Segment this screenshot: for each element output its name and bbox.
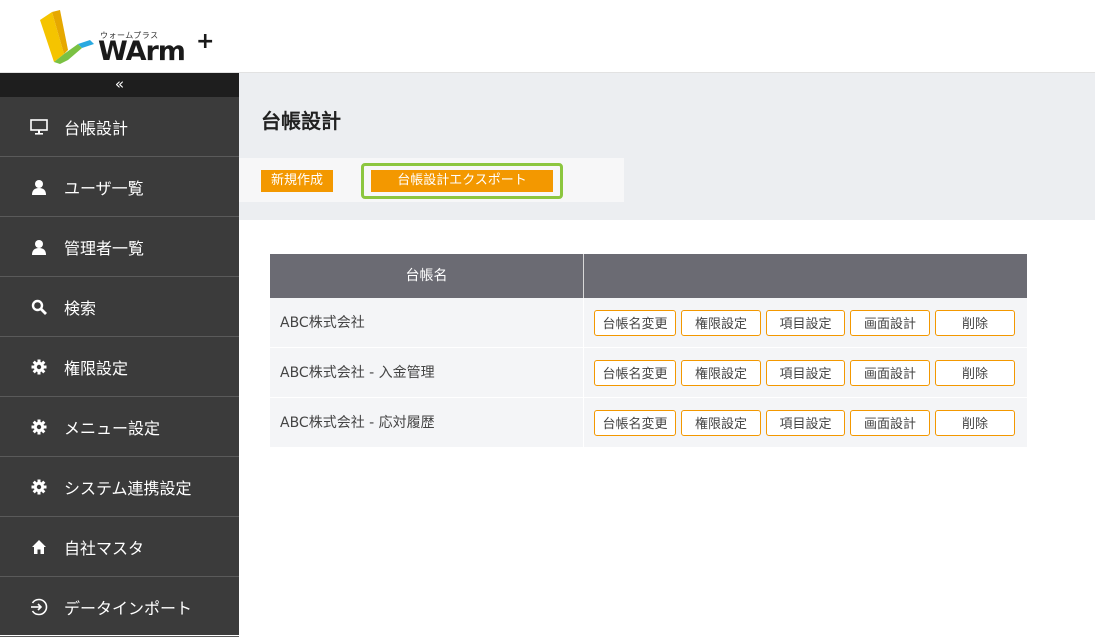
delete-button[interactable]: 削除 <box>935 409 1015 436</box>
toolbar-panel: 新規作成 台帳設計エクスポート <box>239 158 624 202</box>
field-settings-button[interactable]: 項目設定 <box>766 409 845 436</box>
sidebar-item-label: システム連携設定 <box>64 478 192 498</box>
sidebar-item-user-list[interactable]: ユーザ一覧 <box>0 157 239 217</box>
ledger-design-export-button[interactable]: 台帳設計エクスポート <box>371 170 553 192</box>
sidebar-item-label: 検索 <box>64 298 97 318</box>
main-content: 台帳設計 新規作成 台帳設計エクスポート 台帳名 ABC株式会社 台帳名変更 権… <box>239 73 1095 635</box>
sidebar-item-permission-settings[interactable]: 権限設定 <box>0 337 239 397</box>
actions-cell: 台帳名変更 権限設定 項目設定 画面設計 削除 <box>584 398 1027 447</box>
delete-button[interactable]: 削除 <box>935 359 1015 386</box>
sidebar-item-search[interactable]: 検索 <box>0 277 239 337</box>
sidebar-item-data-import[interactable]: データインポート <box>0 577 239 637</box>
top-header: ウォームプラス WArm + <box>0 0 1095 73</box>
screen-design-button[interactable]: 画面設計 <box>850 359 930 386</box>
ledger-name-cell: ABC株式会社 - 入金管理 <box>270 348 584 397</box>
gear-icon <box>30 418 48 436</box>
monitor-icon <box>30 118 48 136</box>
user-icon <box>30 178 48 196</box>
sidebar-item-label: 台帳設計 <box>64 118 129 138</box>
ledger-name-cell: ABC株式会社 - 応対履歴 <box>270 398 584 447</box>
actions-cell: 台帳名変更 権限設定 項目設定 画面設計 削除 <box>584 298 1027 347</box>
rename-ledger-button[interactable]: 台帳名変更 <box>594 309 676 336</box>
sidebar-item-label: 管理者一覧 <box>64 238 145 258</box>
screen-design-button[interactable]: 画面設計 <box>850 309 930 336</box>
rename-ledger-button[interactable]: 台帳名変更 <box>594 359 676 386</box>
import-icon <box>30 598 48 616</box>
sidebar-item-ledger-design[interactable]: 台帳設計 <box>0 97 239 157</box>
ledger-table: 台帳名 ABC株式会社 台帳名変更 権限設定 項目設定 画面設計 削除 ABC株… <box>270 254 1027 448</box>
field-settings-button[interactable]: 項目設定 <box>766 309 845 336</box>
search-icon <box>30 298 48 316</box>
toolbar: 新規作成 台帳設計エクスポート <box>239 158 1095 220</box>
new-create-button[interactable]: 新規作成 <box>261 170 333 192</box>
user-icon <box>30 238 48 256</box>
permission-settings-button[interactable]: 権限設定 <box>681 409 761 436</box>
warm-plus-logo[interactable]: ウォームプラス WArm + <box>38 10 218 68</box>
gear-icon <box>30 358 48 376</box>
logo-wordmark: WArm <box>98 36 186 67</box>
column-header-actions <box>584 254 1027 298</box>
sidebar-item-system-integration[interactable]: システム連携設定 <box>0 457 239 517</box>
table-row: ABC株式会社 - 入金管理 台帳名変更 権限設定 項目設定 画面設計 削除 <box>270 348 1027 398</box>
logo-plus-mark: + <box>196 29 215 54</box>
permission-settings-button[interactable]: 権限設定 <box>681 309 761 336</box>
table-header: 台帳名 <box>270 254 1027 298</box>
permission-settings-button[interactable]: 権限設定 <box>681 359 761 386</box>
column-header-ledger-name: 台帳名 <box>270 254 584 298</box>
sidebar-item-label: 自社マスタ <box>64 538 145 558</box>
actions-cell: 台帳名変更 権限設定 項目設定 画面設計 削除 <box>584 348 1027 397</box>
sidebar-item-admin-list[interactable]: 管理者一覧 <box>0 217 239 277</box>
sidebar-item-menu-settings[interactable]: メニュー設定 <box>0 397 239 457</box>
sidebar-item-label: 権限設定 <box>64 358 129 378</box>
table-row: ABC株式会社 - 応対履歴 台帳名変更 権限設定 項目設定 画面設計 削除 <box>270 398 1027 448</box>
field-settings-button[interactable]: 項目設定 <box>766 359 845 386</box>
sidebar-item-label: ユーザ一覧 <box>64 178 144 198</box>
screen-design-button[interactable]: 画面設計 <box>850 409 930 436</box>
title-band: 台帳設計 <box>239 73 1095 158</box>
sidebar: « 台帳設計 ユーザ一覧 管理者一覧 検索 権限設定 メニュー設定 システム連携… <box>0 73 239 637</box>
table-row: ABC株式会社 台帳名変更 権限設定 項目設定 画面設計 削除 <box>270 298 1027 348</box>
sidebar-item-label: メニュー設定 <box>64 418 161 438</box>
gear-icon <box>30 478 48 496</box>
sidebar-collapse-button[interactable]: « <box>0 73 239 97</box>
sidebar-item-company-master[interactable]: 自社マスタ <box>0 517 239 577</box>
home-icon <box>30 538 48 556</box>
rename-ledger-button[interactable]: 台帳名変更 <box>594 409 676 436</box>
ledger-name-cell: ABC株式会社 <box>270 298 584 347</box>
delete-button[interactable]: 削除 <box>935 309 1015 336</box>
page-title: 台帳設計 <box>261 109 341 133</box>
sidebar-item-label: データインポート <box>64 598 193 618</box>
